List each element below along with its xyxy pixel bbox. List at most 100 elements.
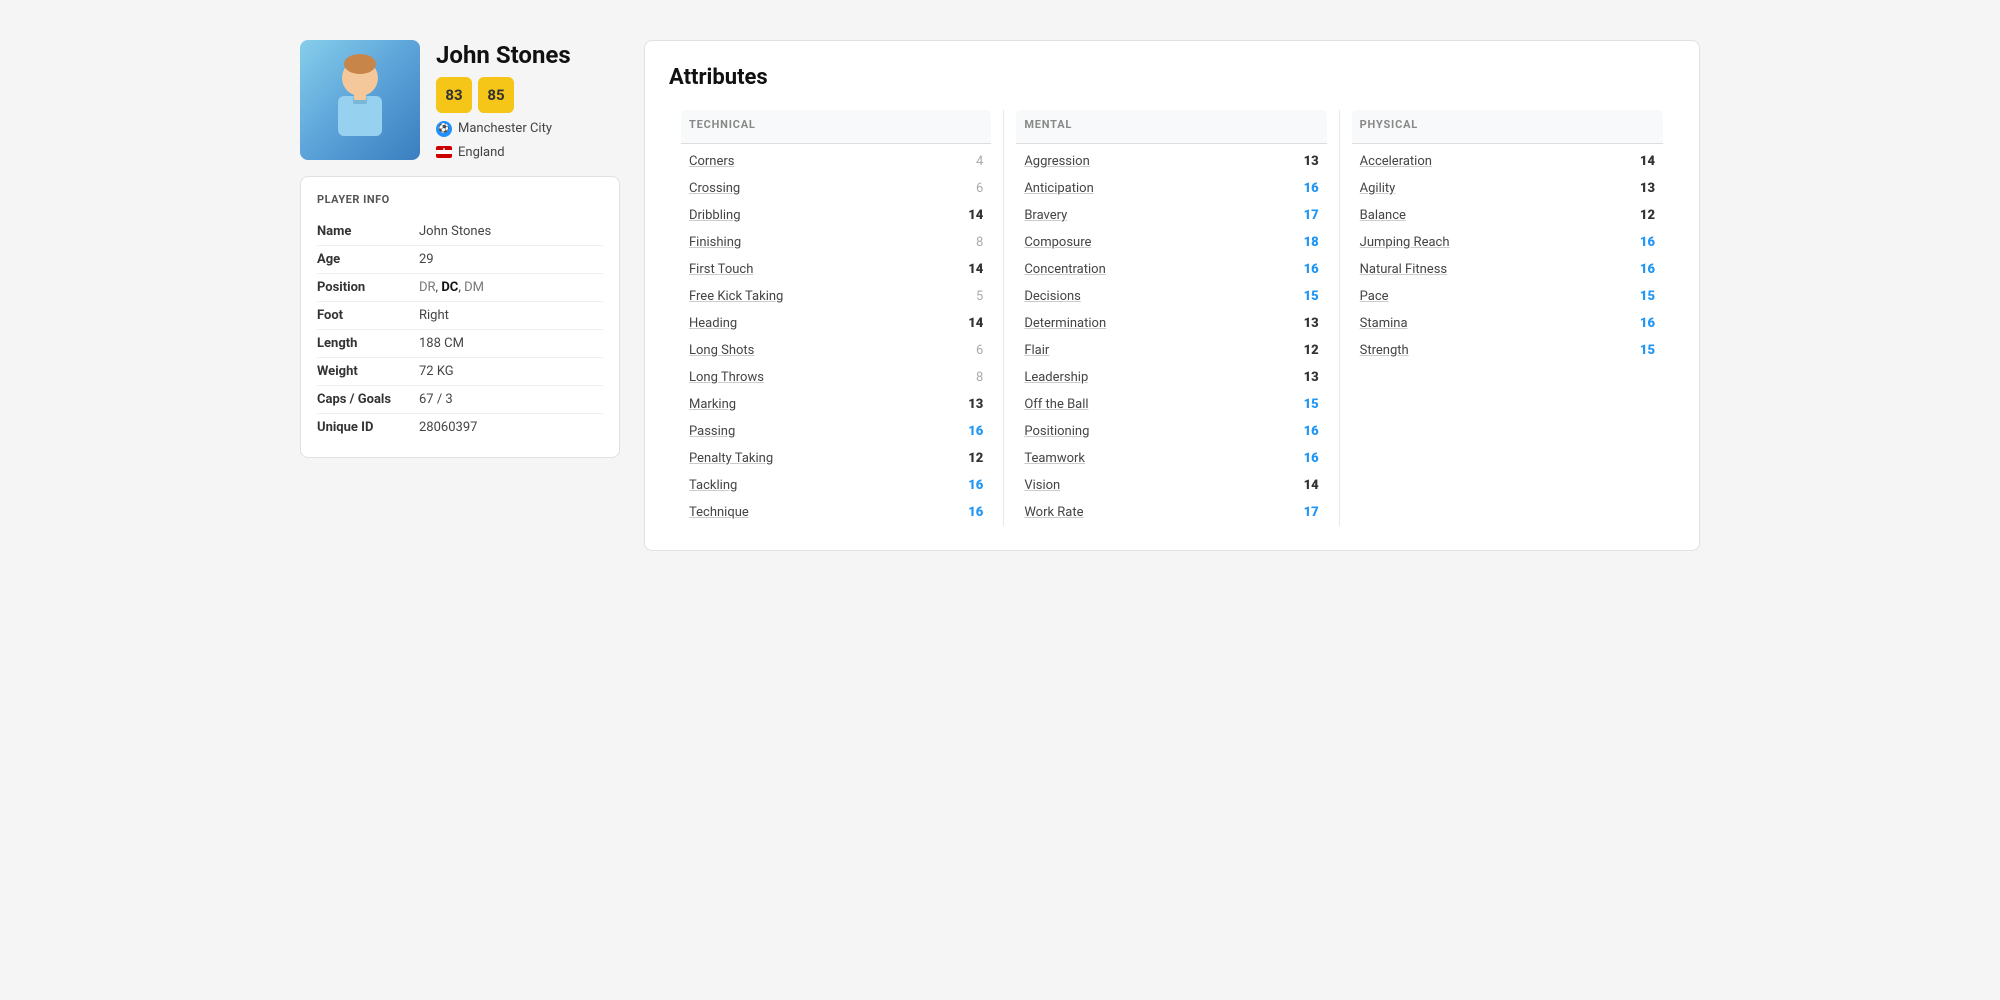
attr-value-composure: 18 <box>1295 235 1319 250</box>
attr-value-penalty-taking: 12 <box>959 451 983 466</box>
attr-row: Strength 15 <box>1352 337 1663 364</box>
mental-column: MENTAL Aggression 13 Anticipation 16 Bra… <box>1004 110 1339 526</box>
attr-value-anticipation: 16 <box>1295 181 1319 196</box>
player-photo <box>300 40 420 160</box>
attr-row: Off the Ball 15 <box>1016 391 1326 418</box>
attr-row: Dribbling 14 <box>681 202 991 229</box>
club-name: Manchester City <box>458 121 552 136</box>
attr-name-determination[interactable]: Determination <box>1024 316 1106 331</box>
attr-value-vision: 14 <box>1295 478 1319 493</box>
attr-name-first-touch[interactable]: First Touch <box>689 262 753 277</box>
attr-row: Agility 13 <box>1352 175 1663 202</box>
attr-name-finishing[interactable]: Finishing <box>689 235 741 250</box>
attr-name-flair[interactable]: Flair <box>1024 343 1049 358</box>
attr-row: Natural Fitness 16 <box>1352 256 1663 283</box>
attr-name-crossing[interactable]: Crossing <box>689 181 740 196</box>
attr-name-strength[interactable]: Strength <box>1360 343 1409 358</box>
attr-name-jumping-reach[interactable]: Jumping Reach <box>1360 235 1450 250</box>
attr-value-jumping-reach: 16 <box>1631 235 1655 250</box>
attr-name-long-shots[interactable]: Long Shots <box>689 343 754 358</box>
label-name: Name <box>317 224 407 239</box>
attr-value-finishing: 8 <box>959 235 983 250</box>
attr-value-off-the-ball: 15 <box>1295 397 1319 412</box>
rating-badge-2: 85 <box>478 77 514 113</box>
attr-value-heading: 14 <box>959 316 983 331</box>
attr-value-natural-fitness: 16 <box>1631 262 1655 277</box>
attr-name-technique[interactable]: Technique <box>689 505 749 520</box>
attr-name-passing[interactable]: Passing <box>689 424 735 439</box>
attr-name-marking[interactable]: Marking <box>689 397 736 412</box>
attr-value-balance: 12 <box>1631 208 1655 223</box>
attr-row: Marking 13 <box>681 391 991 418</box>
info-row-uid: Unique ID 28060397 <box>317 414 603 441</box>
technical-column: TECHNICAL Corners 4 Crossing 6 Dribbling… <box>669 110 1004 526</box>
info-row-name: Name John Stones <box>317 218 603 246</box>
attr-name-pace[interactable]: Pace <box>1360 289 1389 304</box>
attr-row: Corners 4 <box>681 148 991 175</box>
technical-header: TECHNICAL <box>681 110 991 144</box>
attr-name-decisions[interactable]: Decisions <box>1024 289 1081 304</box>
attr-row: Penalty Taking 12 <box>681 445 991 472</box>
attr-name-vision[interactable]: Vision <box>1024 478 1060 493</box>
attr-value-stamina: 16 <box>1631 316 1655 331</box>
attr-name-acceleration[interactable]: Acceleration <box>1360 154 1432 169</box>
attr-name-penalty-taking[interactable]: Penalty Taking <box>689 451 773 466</box>
attr-name-heading[interactable]: Heading <box>689 316 737 331</box>
attr-value-decisions: 15 <box>1295 289 1319 304</box>
value-length: 188 CM <box>419 336 464 351</box>
attr-name-anticipation[interactable]: Anticipation <box>1024 181 1093 196</box>
value-name: John Stones <box>419 224 491 239</box>
attr-row: First Touch 14 <box>681 256 991 283</box>
attr-name-tackling[interactable]: Tackling <box>689 478 737 493</box>
attr-value-determination: 13 <box>1295 316 1319 331</box>
attr-name-positioning[interactable]: Positioning <box>1024 424 1089 439</box>
attr-name-teamwork[interactable]: Teamwork <box>1024 451 1085 466</box>
attributes-grid: TECHNICAL Corners 4 Crossing 6 Dribbling… <box>669 110 1675 526</box>
label-caps: Caps / Goals <box>317 392 407 407</box>
attr-name-bravery[interactable]: Bravery <box>1024 208 1067 223</box>
value-caps: 67 / 3 <box>419 392 453 407</box>
rating-badge-1: 83 <box>436 77 472 113</box>
info-row-weight: Weight 72 KG <box>317 358 603 386</box>
attr-value-positioning: 16 <box>1295 424 1319 439</box>
position-dr: DR <box>419 280 436 295</box>
attr-name-work-rate[interactable]: Work Rate <box>1024 505 1083 520</box>
attr-row: Pace 15 <box>1352 283 1663 310</box>
attr-name-agility[interactable]: Agility <box>1360 181 1396 196</box>
info-row-position: Position DR, DC, DM <box>317 274 603 302</box>
attr-name-composure[interactable]: Composure <box>1024 235 1091 250</box>
label-foot: Foot <box>317 308 407 323</box>
attr-value-marking: 13 <box>959 397 983 412</box>
attr-value-bravery: 17 <box>1295 208 1319 223</box>
attr-row: Aggression 13 <box>1016 148 1326 175</box>
attr-name-off-the-ball[interactable]: Off the Ball <box>1024 397 1088 412</box>
player-info-box: PLAYER INFO Name John Stones Age 29 Posi… <box>300 176 620 458</box>
attr-value-first-touch: 14 <box>959 262 983 277</box>
attr-name-free-kick[interactable]: Free Kick Taking <box>689 289 783 304</box>
attr-name-natural-fitness[interactable]: Natural Fitness <box>1360 262 1447 277</box>
attr-name-leadership[interactable]: Leadership <box>1024 370 1088 385</box>
attr-name-long-throws[interactable]: Long Throws <box>689 370 764 385</box>
attributes-title: Attributes <box>669 65 1675 90</box>
attr-value-teamwork: 16 <box>1295 451 1319 466</box>
attr-row: Acceleration 14 <box>1352 148 1663 175</box>
info-row-age: Age 29 <box>317 246 603 274</box>
position-dc: DC <box>441 280 458 295</box>
attr-row: Positioning 16 <box>1016 418 1326 445</box>
attr-row: Flair 12 <box>1016 337 1326 364</box>
player-info-title: PLAYER INFO <box>317 193 603 206</box>
attr-name-corners[interactable]: Corners <box>689 154 734 169</box>
attr-row: Stamina 16 <box>1352 310 1663 337</box>
attr-row: Jumping Reach 16 <box>1352 229 1663 256</box>
attr-name-dribbling[interactable]: Dribbling <box>689 208 741 223</box>
attr-value-long-shots: 6 <box>959 343 983 358</box>
left-panel: John Stones 83 85 ⚽ Manchester City Engl… <box>300 40 620 551</box>
attr-value-dribbling: 14 <box>959 208 983 223</box>
attr-name-stamina[interactable]: Stamina <box>1360 316 1408 331</box>
attr-name-aggression[interactable]: Aggression <box>1024 154 1089 169</box>
attr-name-balance[interactable]: Balance <box>1360 208 1406 223</box>
attr-name-concentration[interactable]: Concentration <box>1024 262 1105 277</box>
label-uid: Unique ID <box>317 420 407 435</box>
attr-row: Vision 14 <box>1016 472 1326 499</box>
value-foot: Right <box>419 308 449 323</box>
